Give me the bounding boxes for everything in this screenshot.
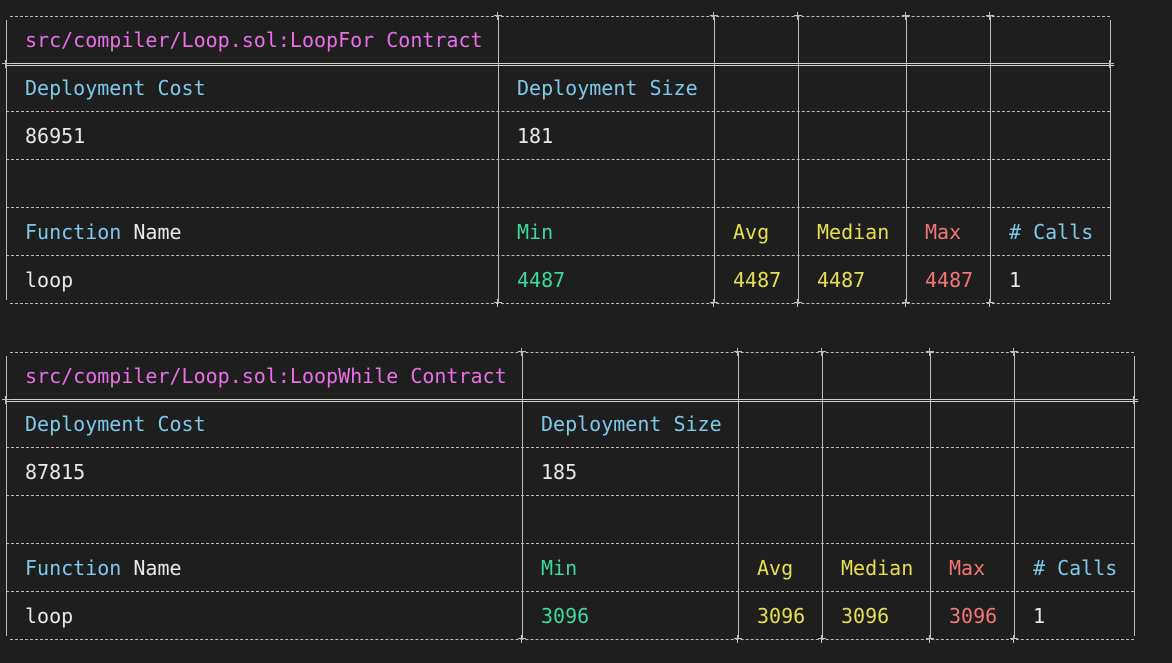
border-junction [818, 348, 826, 356]
border-junction [818, 635, 826, 643]
deployment-cost-value: 86951 [25, 124, 86, 148]
border-junction [734, 635, 742, 643]
max-header: Max [925, 220, 962, 244]
function-name-header: Function Name [25, 544, 182, 592]
avg-header: Avg [757, 556, 794, 580]
min-header: Min [517, 220, 554, 244]
calls-cell: 1 [1009, 268, 1022, 292]
min-cell: 3096 [541, 604, 590, 628]
max-header: Max [949, 556, 986, 580]
avg-header: Avg [733, 220, 770, 244]
border-junction [494, 12, 502, 20]
border-junction [926, 348, 934, 356]
function-label: Function [25, 556, 122, 580]
function-label: Function [25, 220, 122, 244]
deployment-size-value: 185 [541, 460, 578, 484]
column-separator [798, 16, 799, 303]
column-separator [714, 16, 715, 303]
border-junction [518, 348, 526, 356]
min-header: Min [541, 556, 578, 580]
border-junction [494, 299, 502, 307]
name-label: Name [121, 556, 182, 580]
deployment-cost-label: Deployment Cost [25, 76, 206, 100]
border-junction [794, 12, 802, 20]
column-separator [738, 352, 739, 639]
border-junction [2, 60, 10, 68]
calls-header: # Calls [1009, 220, 1094, 244]
border-junction [710, 12, 718, 20]
column-separator [522, 352, 523, 639]
column-separator [1014, 352, 1015, 639]
deployment-size-label: Deployment Size [517, 76, 698, 100]
median-header: Median [841, 556, 914, 580]
deployment-cost-label: Deployment Cost [25, 412, 206, 436]
table-row-separator [6, 159, 1110, 160]
min-cell: 4487 [517, 268, 566, 292]
border-junction [1010, 635, 1018, 643]
name-label: Name [121, 220, 182, 244]
border-junction [902, 299, 910, 307]
border-junction [734, 348, 742, 356]
border-junction [926, 635, 934, 643]
max-cell: 3096 [949, 604, 998, 628]
column-separator [906, 16, 907, 303]
median-cell: 4487 [817, 268, 866, 292]
contract-title: src/compiler/Loop.sol:LoopWhile Contract [25, 364, 507, 388]
border-junction [1010, 348, 1018, 356]
border-junction [902, 12, 910, 20]
deployment-cost-value: 87815 [25, 460, 86, 484]
calls-cell: 1 [1033, 604, 1046, 628]
terminal-output: src/compiler/Loop.sol:LoopFor Contract D… [0, 0, 1172, 663]
calls-header: # Calls [1033, 556, 1118, 580]
column-separator [990, 16, 991, 303]
median-cell: 3096 [841, 604, 890, 628]
median-header: Median [817, 220, 890, 244]
border-junction [518, 635, 526, 643]
column-separator [498, 16, 499, 303]
deployment-size-label: Deployment Size [541, 412, 722, 436]
column-separator [930, 352, 931, 639]
border-junction [794, 299, 802, 307]
border-junction [1106, 60, 1114, 68]
border-junction [986, 299, 994, 307]
deployment-size-value: 181 [517, 124, 554, 148]
function-name-cell: loop [25, 604, 74, 628]
contract-title: src/compiler/Loop.sol:LoopFor Contract [25, 28, 483, 52]
avg-cell: 3096 [757, 604, 806, 628]
function-name-cell: loop [25, 268, 74, 292]
border-junction [2, 396, 10, 404]
avg-cell: 4487 [733, 268, 782, 292]
border-junction [710, 299, 718, 307]
border-junction [986, 12, 994, 20]
border-junction [1130, 396, 1138, 404]
max-cell: 4487 [925, 268, 974, 292]
column-separator [822, 352, 823, 639]
function-name-header: Function Name [25, 208, 182, 256]
